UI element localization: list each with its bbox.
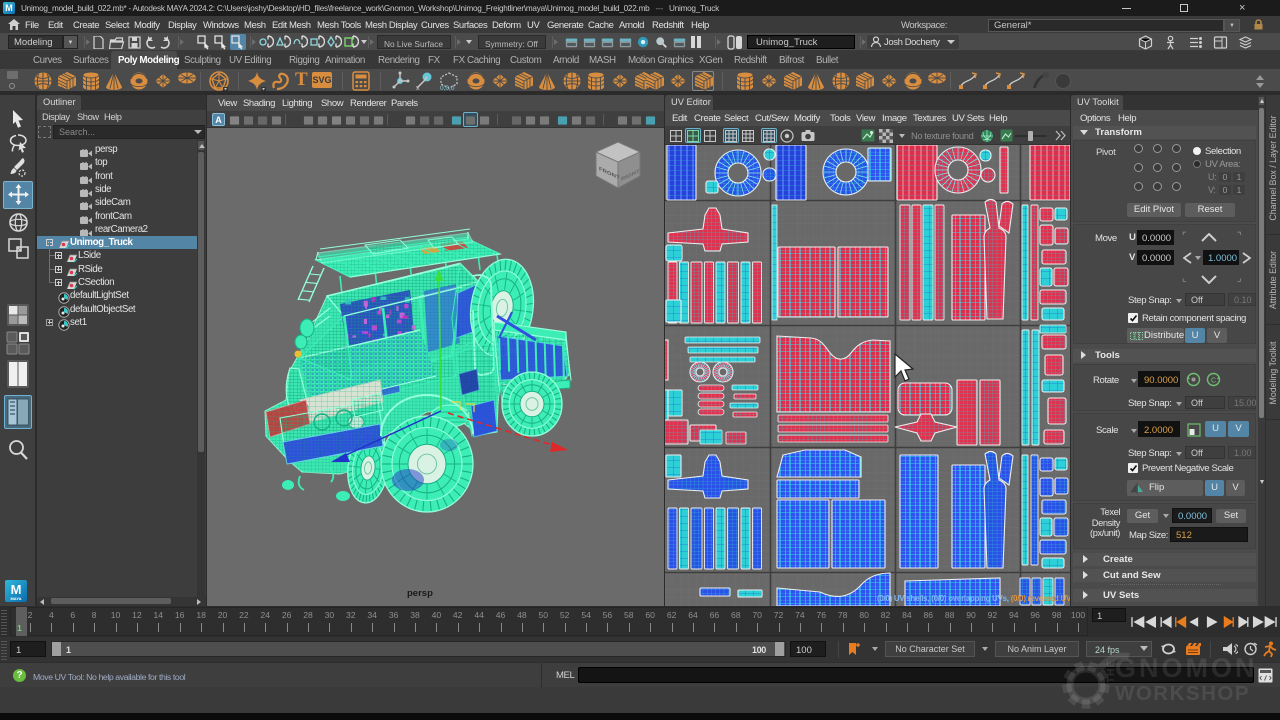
svg-text:WORKSHOP: WORKSHOP (1115, 682, 1250, 705)
svg-text:C: C (1211, 378, 1216, 385)
svg-text:0,0,0: 0,0,0 (440, 85, 455, 91)
svg-text:x: x (416, 85, 420, 91)
svg-text:GNOMON: GNOMON (1115, 653, 1258, 683)
